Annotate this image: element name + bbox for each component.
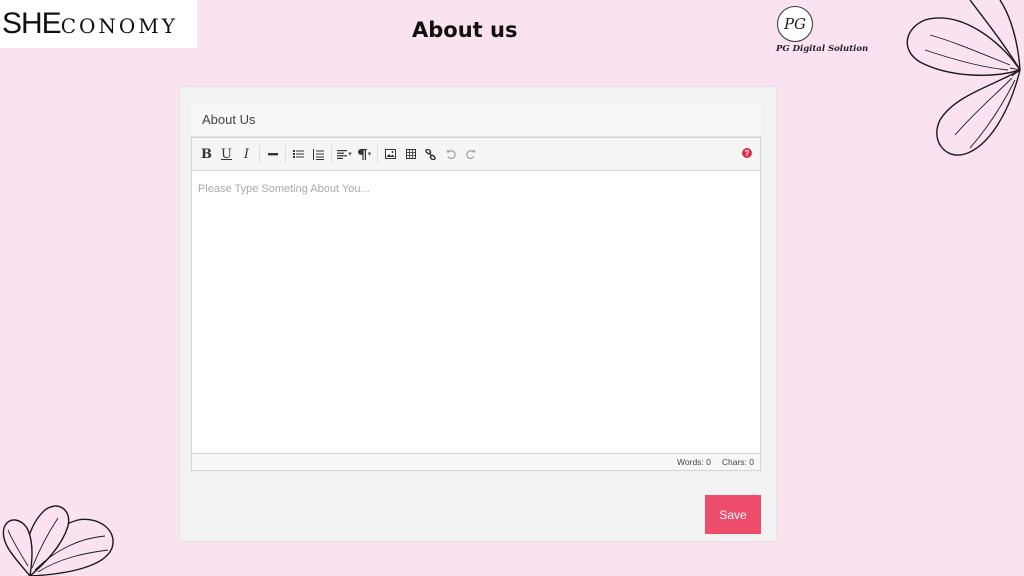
char-count: Chars: 0 <box>721 457 754 467</box>
bullet-list-icon <box>293 150 304 158</box>
bold-button[interactable]: B <box>198 143 215 165</box>
pg-logo: PG PG Digital Solution <box>774 4 869 58</box>
pg-caption: PG Digital Solution <box>776 44 869 54</box>
numbered-list-icon <box>313 148 324 160</box>
pg-monogram: PG <box>777 6 813 42</box>
image-icon <box>385 149 396 159</box>
chevron-down-icon: ▾ <box>367 151 372 158</box>
flower-decoration-bottom-left <box>2 505 114 576</box>
about-text-area[interactable]: Please Type Someting About You... <box>192 171 760 453</box>
link-icon <box>425 148 436 160</box>
word-count: Words: 0 <box>677 457 711 467</box>
toolbar-divider <box>259 145 260 163</box>
redo-button[interactable] <box>462 143 479 165</box>
page-title: About us <box>412 18 518 42</box>
editor-toolbar: B U I ▾ ▾ ? <box>192 138 760 171</box>
insert-link-button[interactable] <box>422 143 439 165</box>
bullet-list-button[interactable] <box>290 143 307 165</box>
toolbar-divider <box>331 145 332 163</box>
insert-table-button[interactable] <box>402 143 419 165</box>
editor-status-bar: Words: 0 Chars: 0 <box>192 453 760 470</box>
horizontal-rule-icon <box>267 153 278 156</box>
panel-title: About Us <box>191 103 761 137</box>
flower-decoration-top-right <box>906 0 1021 156</box>
align-left-icon <box>337 150 348 159</box>
horizontal-rule-button[interactable] <box>264 143 281 165</box>
table-icon <box>405 149 416 159</box>
redo-icon <box>465 150 475 159</box>
save-button[interactable]: Save <box>705 495 761 534</box>
help-icon[interactable]: ? <box>742 148 752 158</box>
about-us-panel: About Us B U I ▾ ▾ ? Please Type Sometin… <box>179 86 777 542</box>
brand-rest: CONOMY <box>60 14 178 38</box>
undo-icon <box>446 150 456 159</box>
undo-button[interactable] <box>442 143 459 165</box>
paragraph-dropdown-button[interactable]: ▾ <box>356 143 373 165</box>
align-dropdown-button[interactable]: ▾ <box>336 143 353 165</box>
rich-text-editor: B U I ▾ ▾ ? Please Type Someting About Y… <box>191 137 761 471</box>
chevron-down-icon: ▾ <box>348 151 352 158</box>
toolbar-divider <box>285 145 286 163</box>
numbered-list-button[interactable] <box>310 143 327 165</box>
toolbar-divider <box>377 145 378 163</box>
brand-logo: SHE CONOMY <box>0 0 197 48</box>
paragraph-icon <box>357 148 367 160</box>
underline-button[interactable]: U <box>218 143 235 165</box>
brand-she: SHE <box>2 7 62 40</box>
insert-image-button[interactable] <box>382 143 399 165</box>
italic-button[interactable]: I <box>238 143 255 165</box>
